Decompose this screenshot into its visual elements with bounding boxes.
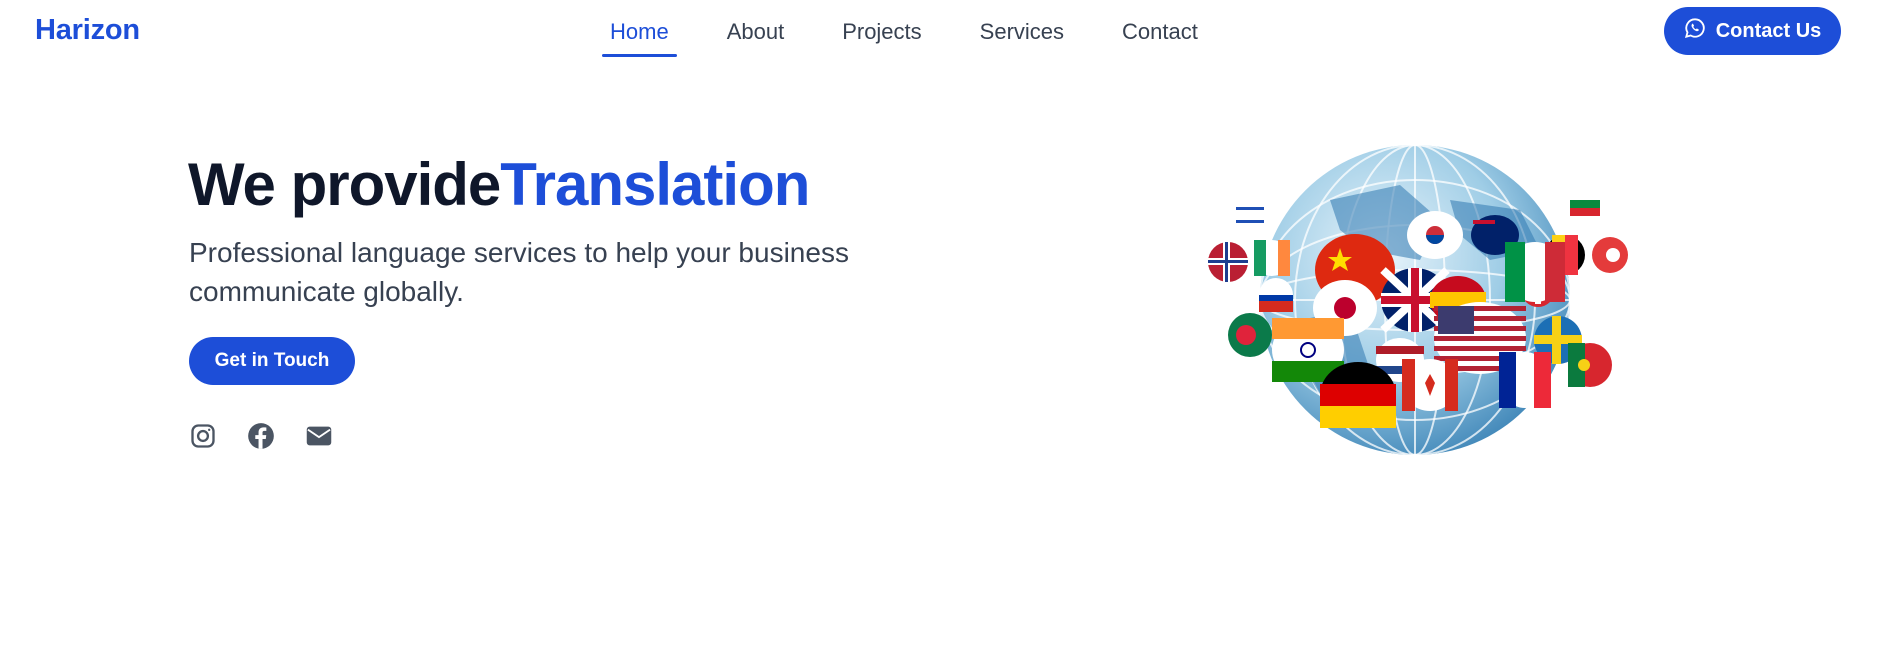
nav-item-services[interactable]: Services bbox=[970, 0, 1074, 64]
brand-logo[interactable]: Harizon bbox=[35, 14, 140, 47]
nav-item-contact[interactable]: Contact bbox=[1112, 0, 1208, 64]
facebook-icon[interactable] bbox=[247, 422, 275, 450]
hero-title: We provideTranslation bbox=[188, 150, 810, 219]
contact-us-button[interactable]: Contact Us bbox=[1664, 7, 1841, 55]
globe-with-flags-illustration bbox=[1190, 140, 1640, 470]
email-icon[interactable] bbox=[305, 422, 333, 450]
nav-item-about[interactable]: About bbox=[717, 0, 795, 64]
hero-subtitle: Professional language services to help y… bbox=[189, 237, 849, 307]
main-nav: Home About Projects Services Contact bbox=[600, 0, 1246, 64]
nav-item-home[interactable]: Home bbox=[600, 0, 679, 64]
hero-title-accent: Translation bbox=[500, 151, 810, 218]
social-links bbox=[189, 422, 333, 450]
hero-title-prefix: We provide bbox=[188, 151, 501, 218]
whatsapp-icon bbox=[1684, 17, 1706, 45]
contact-us-label: Contact Us bbox=[1715, 19, 1822, 42]
get-in-touch-button[interactable]: Get in Touch bbox=[189, 337, 355, 385]
nav-item-projects[interactable]: Projects bbox=[832, 0, 931, 64]
navbar: Harizon Home About Projects Services Con… bbox=[0, 0, 1888, 64]
instagram-icon[interactable] bbox=[189, 422, 217, 450]
